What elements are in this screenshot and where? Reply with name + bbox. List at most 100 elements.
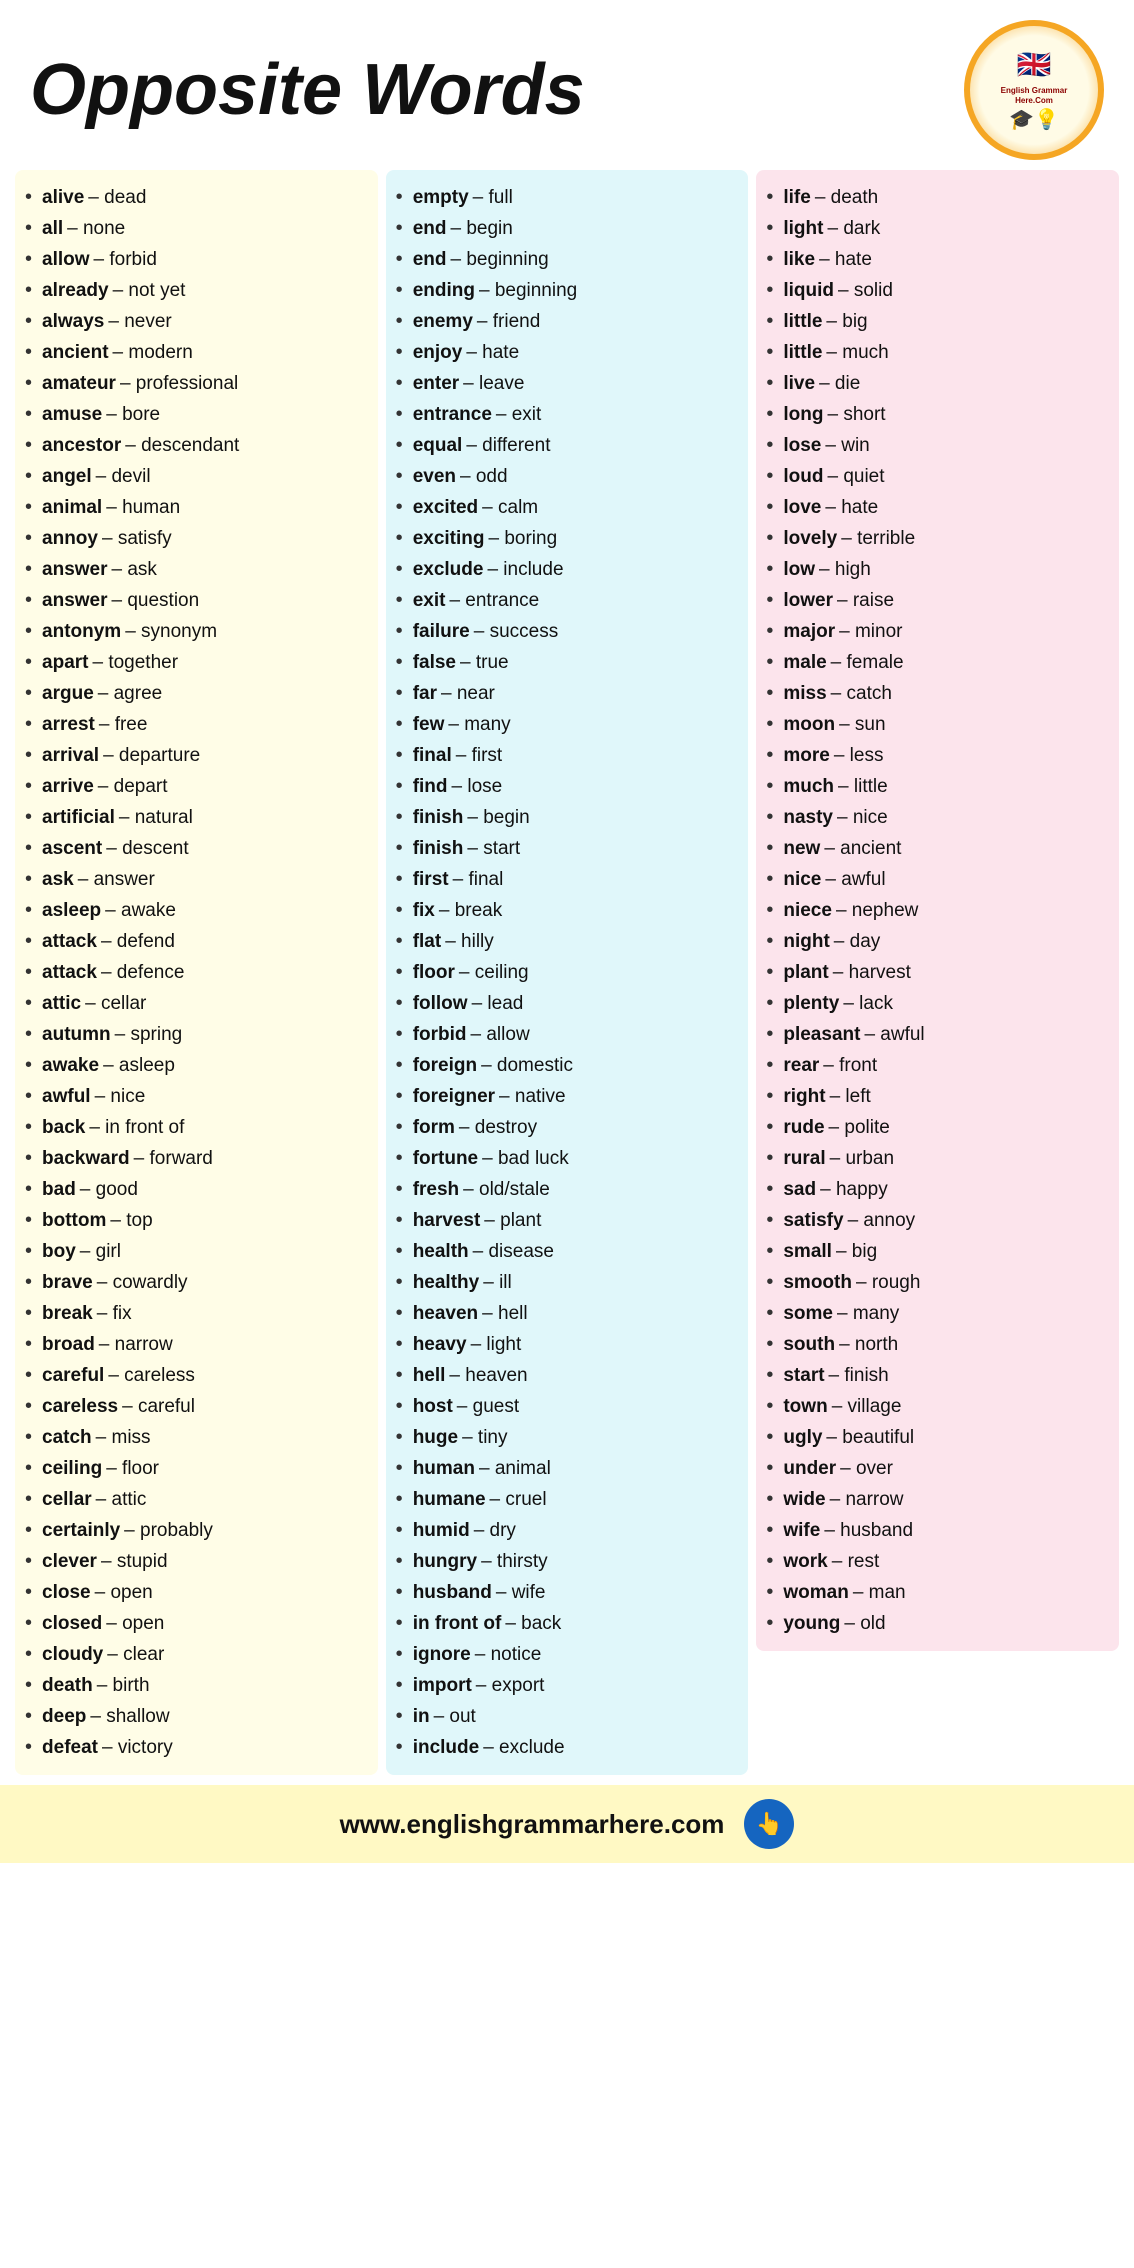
word-bold: host <box>413 1392 453 1421</box>
word-normal: – lead <box>472 989 524 1018</box>
word-normal: – cowardly <box>97 1268 188 1297</box>
word-bold: far <box>413 679 437 708</box>
list-item: even – odd <box>396 461 739 492</box>
word-normal: – entrance <box>449 586 539 615</box>
word-normal: – cellar <box>85 989 146 1018</box>
list-item: arrival – departure <box>25 740 368 771</box>
list-item: animal – human <box>25 492 368 523</box>
list-item: fix – break <box>396 895 739 926</box>
columns-container: alive – deadall – noneallow – forbidalre… <box>0 170 1134 1775</box>
column-3: life – deathlight – darklike – hateliqui… <box>756 170 1119 1651</box>
list-item: few – many <box>396 709 739 740</box>
word-normal: – success <box>474 617 558 646</box>
word-bold: husband <box>413 1578 492 1607</box>
word-normal: – old/stale <box>463 1175 550 1204</box>
footer-icon: 👆 <box>744 1799 794 1849</box>
list-item: foreigner – native <box>396 1081 739 1112</box>
word-bold: night <box>783 927 829 956</box>
word-normal: – narrow <box>99 1330 173 1359</box>
word-bold: rear <box>783 1051 819 1080</box>
list-item: argue – agree <box>25 678 368 709</box>
word-bold: long <box>783 400 823 429</box>
word-normal: – friend <box>477 307 540 336</box>
word-bold: foreign <box>413 1051 477 1080</box>
list-item: end – begin <box>396 213 739 244</box>
word-bold: pleasant <box>783 1020 860 1049</box>
word-normal: – die <box>819 369 860 398</box>
list-item: death – birth <box>25 1670 368 1701</box>
word-normal: – polite <box>829 1113 890 1142</box>
word-normal: – in front of <box>89 1113 184 1142</box>
word-bold: major <box>783 617 835 646</box>
list-item: niece – nephew <box>766 895 1109 926</box>
word-normal: – urban <box>830 1144 894 1173</box>
word-normal: – devil <box>96 462 151 491</box>
word-bold: ending <box>413 276 475 305</box>
word-normal: – answer <box>78 865 155 894</box>
list-item: failure – success <box>396 616 739 647</box>
list-item: in – out <box>396 1701 739 1732</box>
word-normal: – true <box>460 648 509 677</box>
word-normal: – high <box>819 555 871 584</box>
word-bold: like <box>783 245 815 274</box>
list-item: first – final <box>396 864 739 895</box>
word-bold: fix <box>413 896 435 925</box>
word-normal: – start <box>467 834 520 863</box>
word-bold: low <box>783 555 815 584</box>
list-item: equal – different <box>396 430 739 461</box>
word-normal: – lack <box>843 989 893 1018</box>
list-item: harvest – plant <box>396 1205 739 1236</box>
word-normal: – break <box>439 896 502 925</box>
word-bold: health <box>413 1237 469 1266</box>
word-bold: antonym <box>42 617 121 646</box>
word-normal: – professional <box>120 369 238 398</box>
word-normal: – dead <box>88 183 146 212</box>
word-bold: flat <box>413 927 442 956</box>
list-item: south – north <box>766 1329 1109 1360</box>
word-bold: argue <box>42 679 94 708</box>
word-bold: satisfy <box>783 1206 843 1235</box>
word-bold: excited <box>413 493 478 522</box>
word-bold: young <box>783 1609 840 1638</box>
word-normal: – full <box>473 183 513 212</box>
list-item: satisfy – annoy <box>766 1205 1109 1236</box>
word-normal: – old <box>844 1609 885 1638</box>
word-bold: sad <box>783 1175 816 1204</box>
word-bold: cellar <box>42 1485 92 1514</box>
list-item: like – hate <box>766 244 1109 275</box>
list-item: include – exclude <box>396 1732 739 1763</box>
word-bold: humane <box>413 1485 486 1514</box>
word-bold: annoy <box>42 524 98 553</box>
word-bold: answer <box>42 555 107 584</box>
word-normal: – native <box>499 1082 566 1111</box>
word-bold: end <box>413 214 447 243</box>
word-bold: fresh <box>413 1175 459 1204</box>
list-item: finish – begin <box>396 802 739 833</box>
word-bold: fortune <box>413 1144 478 1173</box>
list-item: finish – start <box>396 833 739 864</box>
list-item: long – short <box>766 399 1109 430</box>
list-item: follow – lead <box>396 988 739 1019</box>
list-item: cellar – attic <box>25 1484 368 1515</box>
word-normal: – satisfy <box>102 524 172 553</box>
list-item: broad – narrow <box>25 1329 368 1360</box>
word-bold: careful <box>42 1361 104 1390</box>
word-normal: – victory <box>102 1733 173 1762</box>
word-bold: under <box>783 1454 836 1483</box>
word-normal: – harvest <box>833 958 911 987</box>
word-bold: arrest <box>42 710 95 739</box>
word-list-1: alive – deadall – noneallow – forbidalre… <box>25 182 368 1763</box>
word-normal: – include <box>487 555 563 584</box>
list-item: artificial – natural <box>25 802 368 833</box>
list-item: deep – shallow <box>25 1701 368 1732</box>
word-bold: answer <box>42 586 107 615</box>
word-bold: smooth <box>783 1268 852 1297</box>
word-bold: attack <box>42 927 97 956</box>
word-normal: – miss <box>96 1423 151 1452</box>
word-normal: – rest <box>832 1547 880 1576</box>
list-item: empty – full <box>396 182 739 213</box>
list-item: enter – leave <box>396 368 739 399</box>
word-normal: – defend <box>101 927 175 956</box>
word-bold: woman <box>783 1578 848 1607</box>
list-item: enjoy – hate <box>396 337 739 368</box>
